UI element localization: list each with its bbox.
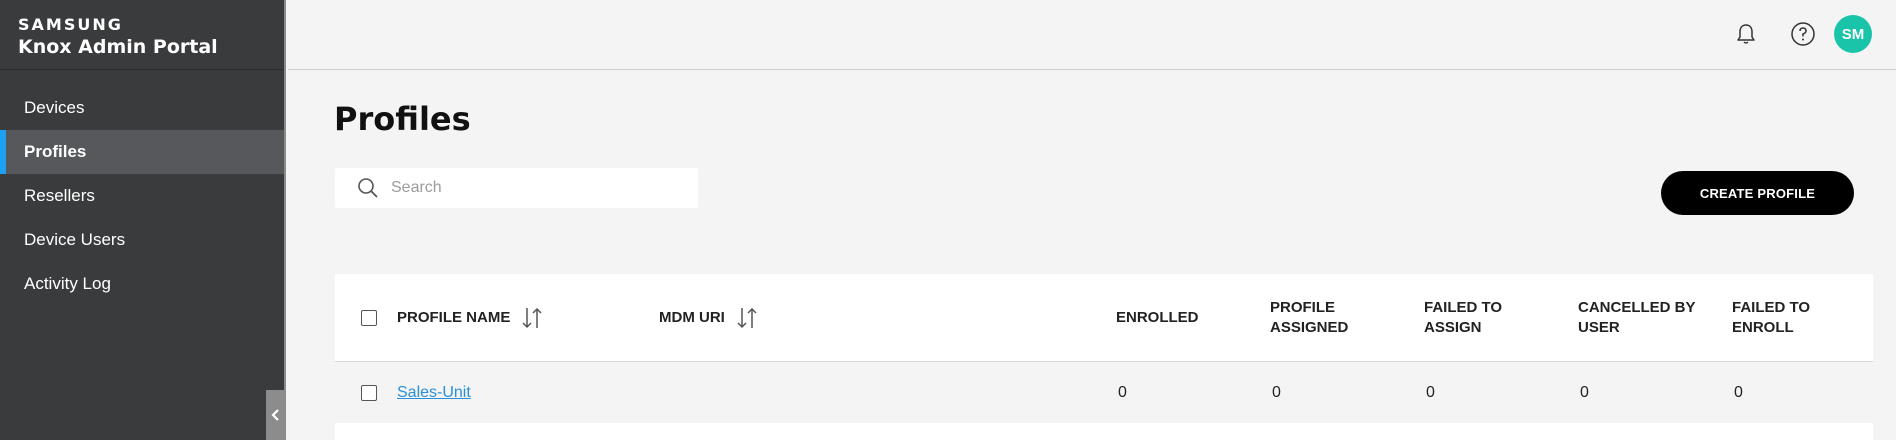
search-input[interactable]: [391, 179, 681, 197]
search-box[interactable]: [335, 168, 698, 208]
select-all-cell: [361, 274, 377, 362]
profile-name-cell: Sales-Unit: [397, 362, 471, 423]
row-checkbox[interactable]: [361, 384, 377, 401]
top-bar: SM: [288, 0, 1896, 70]
enrolled-cell: 0: [1118, 383, 1127, 401]
search-icon: [358, 178, 378, 198]
failed-to-assign-cell: 0: [1426, 383, 1435, 401]
page-title: Profiles: [334, 100, 471, 138]
column-header-enrolled: ENROLLED: [1116, 309, 1199, 326]
brand-product: Knox Admin Portal: [18, 36, 218, 58]
column-header-cancelled-by-user: CANCELLED BY USER: [1578, 299, 1696, 336]
notifications-button[interactable]: [1730, 18, 1762, 50]
column-label: MDM URI: [659, 309, 725, 326]
help-icon: [1791, 22, 1815, 46]
profile-assigned-cell: 0: [1272, 383, 1281, 401]
table-row: Sales-Unit 0 0 0 0 0: [335, 362, 1873, 423]
row-select-cell: [361, 362, 377, 423]
table-row: [335, 423, 1873, 440]
bell-icon: [1737, 24, 1755, 44]
sidebar-item-resellers[interactable]: Resellers: [0, 174, 284, 218]
sidebar-item-device-users[interactable]: Device Users: [0, 218, 284, 262]
collapse-sidebar-button[interactable]: [266, 390, 286, 440]
column-header-failed-to-enroll: FAILED TO ENROLL: [1732, 299, 1811, 336]
chevron-left-icon: [271, 409, 279, 421]
create-profile-button[interactable]: CREATE PROFILE: [1661, 171, 1854, 215]
sidebar-item-profiles[interactable]: Profiles: [0, 130, 284, 174]
divider: [0, 69, 284, 70]
failed-to-enroll-cell: 0: [1734, 383, 1743, 401]
profiles-table: PROFILE NAME MDM URI ENROLLED PROFILE AS…: [335, 274, 1873, 440]
sort-icon[interactable]: [735, 305, 759, 331]
profile-name-link[interactable]: Sales-Unit: [397, 384, 471, 402]
help-button[interactable]: [1787, 18, 1819, 50]
cancelled-by-user-cell: 0: [1580, 383, 1589, 401]
column-header-failed-to-assign: FAILED TO ASSIGN: [1424, 299, 1503, 336]
column-header-profile-assigned: PROFILE ASSIGNED: [1270, 299, 1349, 336]
sort-icon[interactable]: [520, 305, 544, 331]
sidebar-item-devices[interactable]: Devices: [0, 86, 284, 130]
select-all-checkbox[interactable]: [361, 310, 377, 326]
sidebar-nav: Devices Profiles Resellers Device Users …: [0, 86, 284, 306]
brand-logo[interactable]: SAMSUNG Knox Admin Portal: [18, 16, 218, 60]
user-avatar[interactable]: SM: [1834, 15, 1872, 53]
column-label: PROFILE NAME: [397, 309, 511, 326]
brand-company: SAMSUNG: [18, 15, 123, 34]
sidebar: SAMSUNG Knox Admin Portal Devices Profil…: [0, 0, 286, 440]
sidebar-item-activity-log[interactable]: Activity Log: [0, 262, 284, 306]
column-header-mdm-uri[interactable]: MDM URI: [659, 274, 759, 362]
table-header: PROFILE NAME MDM URI ENROLLED PROFILE AS…: [335, 274, 1873, 362]
column-header-profile-name[interactable]: PROFILE NAME: [397, 274, 544, 362]
